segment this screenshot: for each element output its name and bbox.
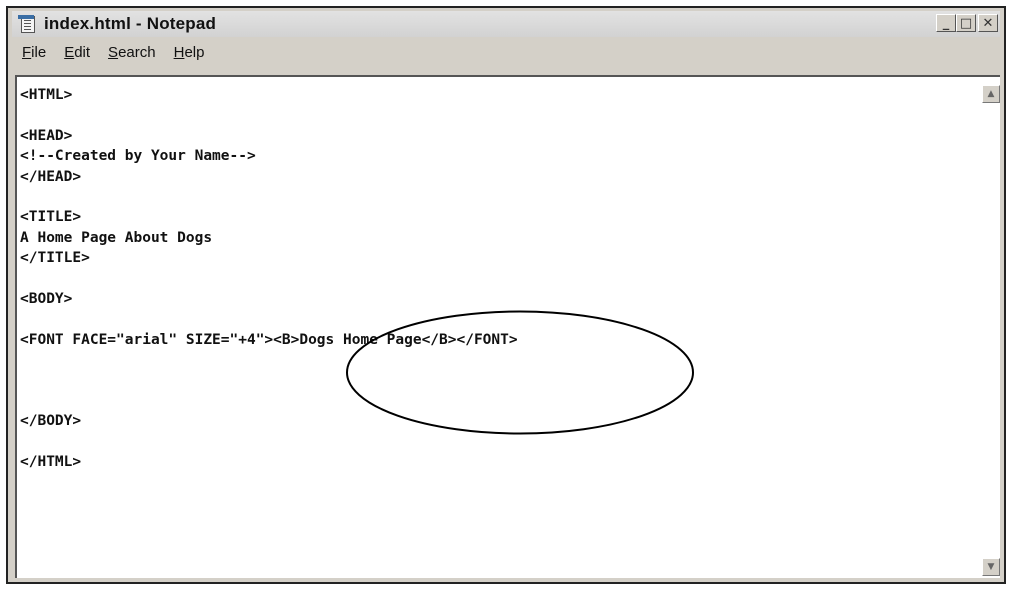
close-button[interactable]: ✕ xyxy=(978,14,998,32)
code-line: <FONT FACE="arial" SIZE="+4"><B>Dogs Hom… xyxy=(20,331,518,348)
window-title: index.html - Notepad xyxy=(44,14,217,33)
vertical-scrollbar[interactable]: ▲ ▼ xyxy=(980,75,1000,578)
code-line: </HEAD> xyxy=(20,168,82,185)
text-editor[interactable]: <HTML> <HEAD> <!--Created by Your Name--> <… xyxy=(15,75,980,578)
code-line: <!--Created by Your Name--> xyxy=(20,148,256,165)
notepad-window: index.html - Notepad _ □ ✕ File Edit Sea… xyxy=(6,6,1006,584)
arrow-up-icon: ▲ xyxy=(987,89,995,99)
menu-bar: File Edit Search Help xyxy=(12,40,1000,64)
code-line: <HTML> xyxy=(20,87,73,103)
menu-help[interactable]: Help xyxy=(174,44,205,61)
close-icon: ✕ xyxy=(982,15,994,31)
minimize-icon: _ xyxy=(942,15,950,31)
menu-file[interactable]: File xyxy=(22,44,46,61)
code-line: <BODY> xyxy=(20,290,73,307)
code-line: </BODY> xyxy=(20,413,82,430)
minimize-button[interactable]: _ xyxy=(936,14,956,32)
code-line: <HEAD> xyxy=(20,127,73,144)
menu-search[interactable]: Search xyxy=(108,44,156,61)
code-line: </HTML> xyxy=(20,454,82,471)
scroll-down-button[interactable]: ▼ xyxy=(982,558,1000,576)
scroll-up-button[interactable]: ▲ xyxy=(982,85,1000,103)
code-line: A Home Page About Dogs xyxy=(20,229,213,246)
maximize-button[interactable]: □ xyxy=(956,14,976,32)
menu-edit[interactable]: Edit xyxy=(64,44,90,61)
code-content[interactable]: <HTML> <HEAD> <!--Created by Your Name--> <… xyxy=(20,85,518,472)
code-line: </TITLE> xyxy=(20,250,90,267)
title-bar[interactable]: index.html - Notepad _ □ ✕ xyxy=(12,11,1000,37)
maximize-icon: □ xyxy=(959,15,973,31)
code-line: <TITLE> xyxy=(20,209,82,226)
arrow-down-icon: ▼ xyxy=(987,562,995,572)
notepad-icon[interactable] xyxy=(18,15,36,33)
